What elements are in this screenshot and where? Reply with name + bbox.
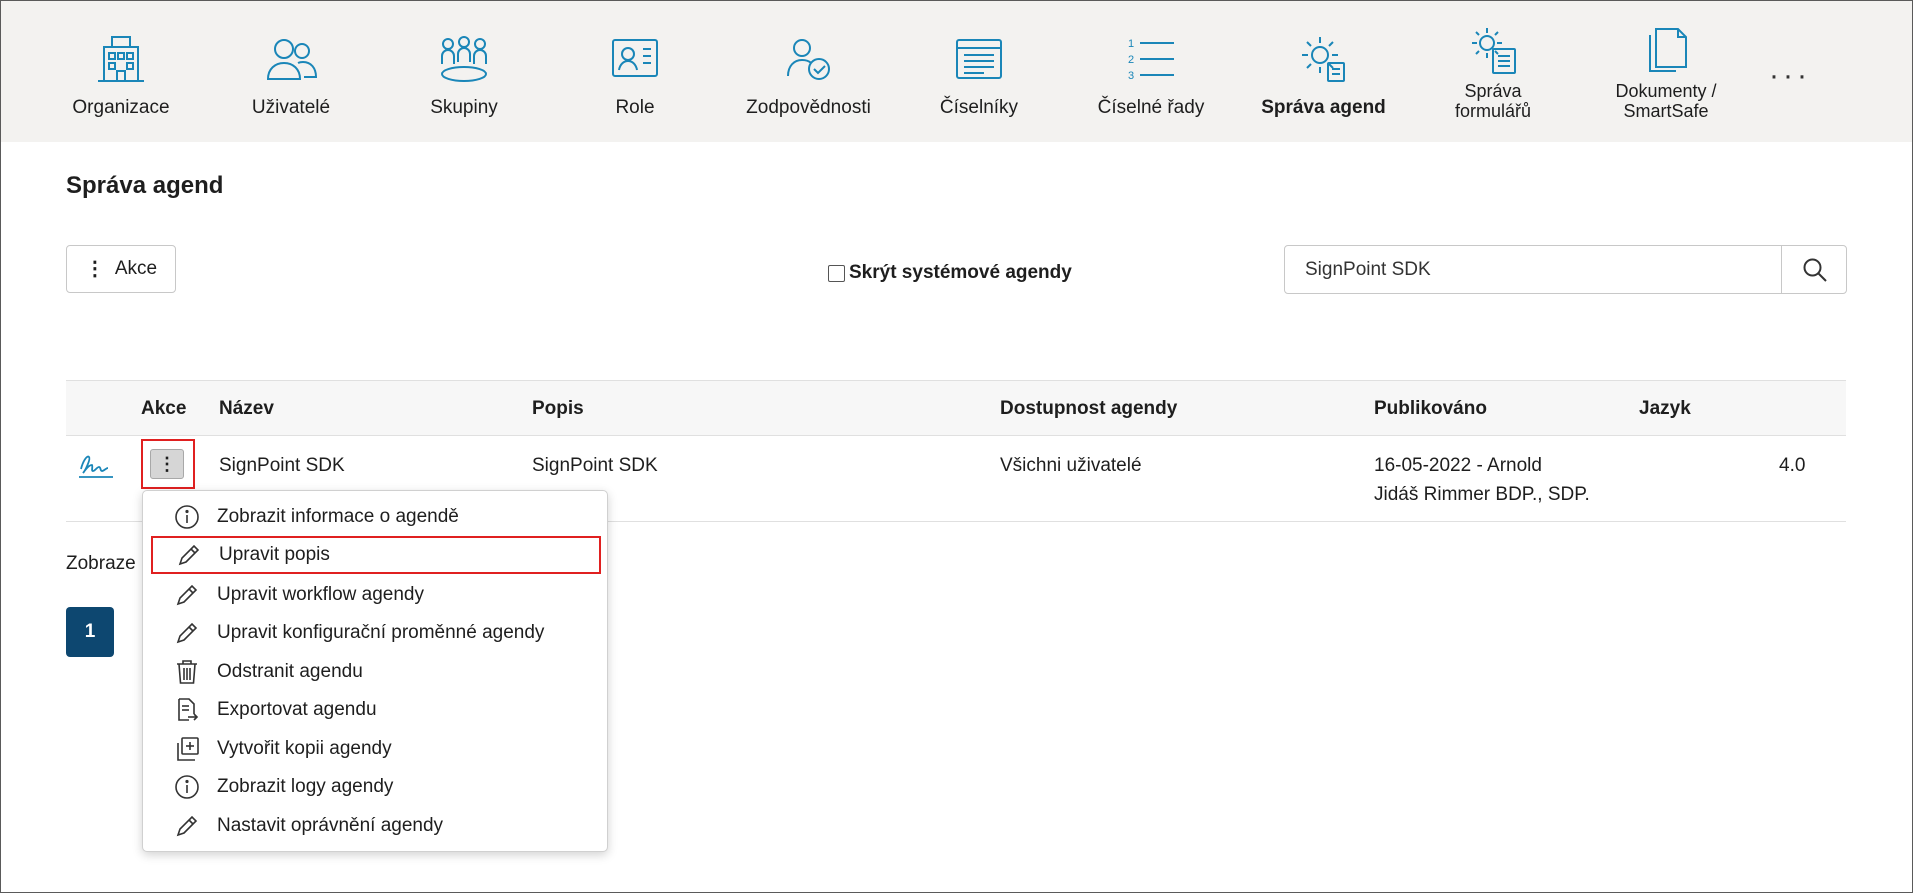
pencil-icon — [173, 581, 201, 609]
menu-item-copy[interactable]: Vytvořit kopii agendy — [151, 730, 601, 768]
menu-item-label: Upravit workflow agendy — [217, 584, 424, 605]
agenda-settings-icon — [1294, 29, 1354, 89]
nav-label: Organizace — [72, 97, 170, 118]
info-icon — [173, 503, 201, 531]
codelist-icon — [949, 29, 1009, 89]
nav-item-skupiny[interactable]: Skupiny — [399, 1, 529, 142]
cell-publikovano-line2: Jidáš Rimmer BDP., SDP. — [1374, 484, 1590, 505]
nav-label: Číselné řady — [1097, 97, 1205, 118]
search-icon — [1803, 258, 1827, 282]
cell-dostupnost: Všichni uživatelé — [1000, 455, 1142, 476]
search-box — [1284, 245, 1847, 294]
signature-icon — [77, 449, 115, 486]
page-title: Správa agend — [66, 172, 224, 199]
menu-item-edit-workflow[interactable]: Upravit workflow agendy — [151, 576, 601, 614]
documents-icon — [1636, 21, 1696, 81]
info-icon — [173, 773, 201, 801]
menu-item-label: Zobrazit informace o agendě — [217, 506, 459, 527]
nav-item-sprava-agend[interactable]: Správa agend — [1246, 1, 1401, 142]
menu-item-export[interactable]: Exportovat agendu — [151, 691, 601, 729]
menu-item-label: Exportovat agendu — [217, 699, 377, 720]
col-publikovano[interactable]: Publikováno — [1374, 398, 1487, 420]
nav-label-line1: Dokumenty / — [1615, 81, 1717, 101]
col-akce: Akce — [141, 398, 187, 419]
numbered-list-icon: 1 2 3 — [1121, 29, 1181, 89]
cell-nazev: SignPoint SDK — [219, 455, 345, 476]
menu-item-show-logs[interactable]: Zobrazit logy agendy — [151, 768, 601, 806]
nav-label-line2: formulářů — [1454, 101, 1532, 121]
menu-item-label: Odstranit agendu — [217, 661, 363, 682]
menu-item-show-info[interactable]: Zobrazit informace o agendě — [151, 498, 601, 536]
nav-label: Skupiny — [430, 97, 498, 118]
nav-item-ciselniky[interactable]: Číselníky — [914, 1, 1044, 142]
nav-label: Správa agend — [1261, 97, 1386, 118]
nav-label: Číselníky — [939, 97, 1019, 118]
actions-button[interactable]: ⋮ Akce — [66, 245, 176, 293]
menu-item-label: Zobrazit logy agendy — [217, 776, 394, 797]
nav-label: Uživatelé — [251, 97, 331, 118]
cell-publikovano: 16-05-2022 - Arnold Jidáš Rimmer BDP., S… — [1374, 451, 1590, 509]
copy-add-icon — [173, 735, 201, 763]
nav-item-sprava-formularu[interactable]: Správa formulářů — [1428, 1, 1558, 142]
search-input[interactable] — [1285, 246, 1781, 293]
svg-text:2: 2 — [1128, 54, 1134, 66]
menu-item-label: Upravit konfigurační proměnné agendy — [217, 622, 545, 643]
hide-system-label: Skrýt systémové agendy — [849, 262, 1072, 283]
form-settings-icon — [1463, 21, 1523, 81]
more-menu-icon[interactable]: ··· — [1769, 59, 1811, 93]
pagination-page-1[interactable]: 1 — [66, 607, 114, 657]
pencil-icon — [173, 619, 201, 647]
cell-publikovano-line1: 16-05-2022 - Arnold — [1374, 455, 1542, 476]
col-jazyk[interactable]: Jazyk — [1639, 398, 1691, 420]
nav-item-ciselne-rady[interactable]: 1 2 3 Číselné řady — [1076, 1, 1226, 142]
table-header: Akce Název Popis Dostupnost agendy Publi… — [66, 380, 1846, 436]
menu-item-label: Vytvořit kopii agendy — [217, 738, 392, 759]
menu-item-edit-config[interactable]: Upravit konfigurační proměnné agendy — [151, 614, 601, 652]
groups-icon — [434, 29, 494, 89]
row-actions-menu: Zobrazit informace o agendě Upravit popi… — [142, 490, 608, 852]
menu-item-delete[interactable]: Odstranit agendu — [151, 653, 601, 691]
hide-system-agendas: Skrýt systémové agendy — [828, 262, 1072, 284]
export-icon — [173, 696, 201, 724]
nav-item-dokumenty[interactable]: Dokumenty / SmartSafe — [1591, 1, 1741, 142]
role-card-icon — [605, 29, 665, 89]
trash-icon — [173, 658, 201, 686]
kebab-icon: ⋮ — [84, 258, 105, 280]
row-actions-button[interactable]: ⋮ — [150, 449, 184, 479]
svg-text:3: 3 — [1128, 70, 1134, 82]
nav-label-line1: Správa — [1464, 81, 1522, 101]
search-button[interactable] — [1781, 246, 1847, 293]
hide-system-checkbox[interactable] — [828, 264, 845, 282]
nav-label: Zodpovědnosti — [746, 97, 871, 118]
col-nazev[interactable]: Název — [219, 398, 274, 420]
col-dostupnost[interactable]: Dostupnost agendy — [1000, 398, 1177, 420]
top-navigation: Organizace Uživatelé Skupiny Role Zodpov… — [1, 1, 1912, 142]
showing-info: Zobraze — [66, 553, 136, 574]
users-icon — [261, 29, 321, 89]
actions-button-label: Akce — [114, 258, 158, 279]
nav-item-zodpovednosti[interactable]: Zodpovědnosti — [726, 1, 891, 142]
menu-item-label: Nastavit oprávnění agendy — [217, 815, 444, 836]
cell-popis: SignPoint SDK — [532, 455, 658, 476]
organization-icon — [91, 29, 151, 89]
nav-label-line2: SmartSafe — [1623, 101, 1709, 121]
menu-item-permissions[interactable]: Nastavit oprávnění agendy — [151, 807, 601, 845]
pencil-icon — [175, 541, 203, 569]
menu-item-label: Upravit popis — [219, 544, 330, 565]
menu-item-edit-description[interactable]: Upravit popis — [151, 536, 601, 574]
svg-text:1: 1 — [1128, 38, 1134, 50]
col-popis[interactable]: Popis — [532, 398, 584, 420]
cell-jazyk: 4.0 — [1779, 455, 1806, 476]
responsibility-icon — [779, 29, 839, 89]
nav-item-role[interactable]: Role — [570, 1, 700, 142]
nav-item-uzivatele[interactable]: Uživatelé — [226, 1, 356, 142]
pencil-icon — [173, 812, 201, 840]
nav-item-organizace[interactable]: Organizace — [56, 1, 186, 142]
nav-label: Role — [615, 97, 655, 118]
